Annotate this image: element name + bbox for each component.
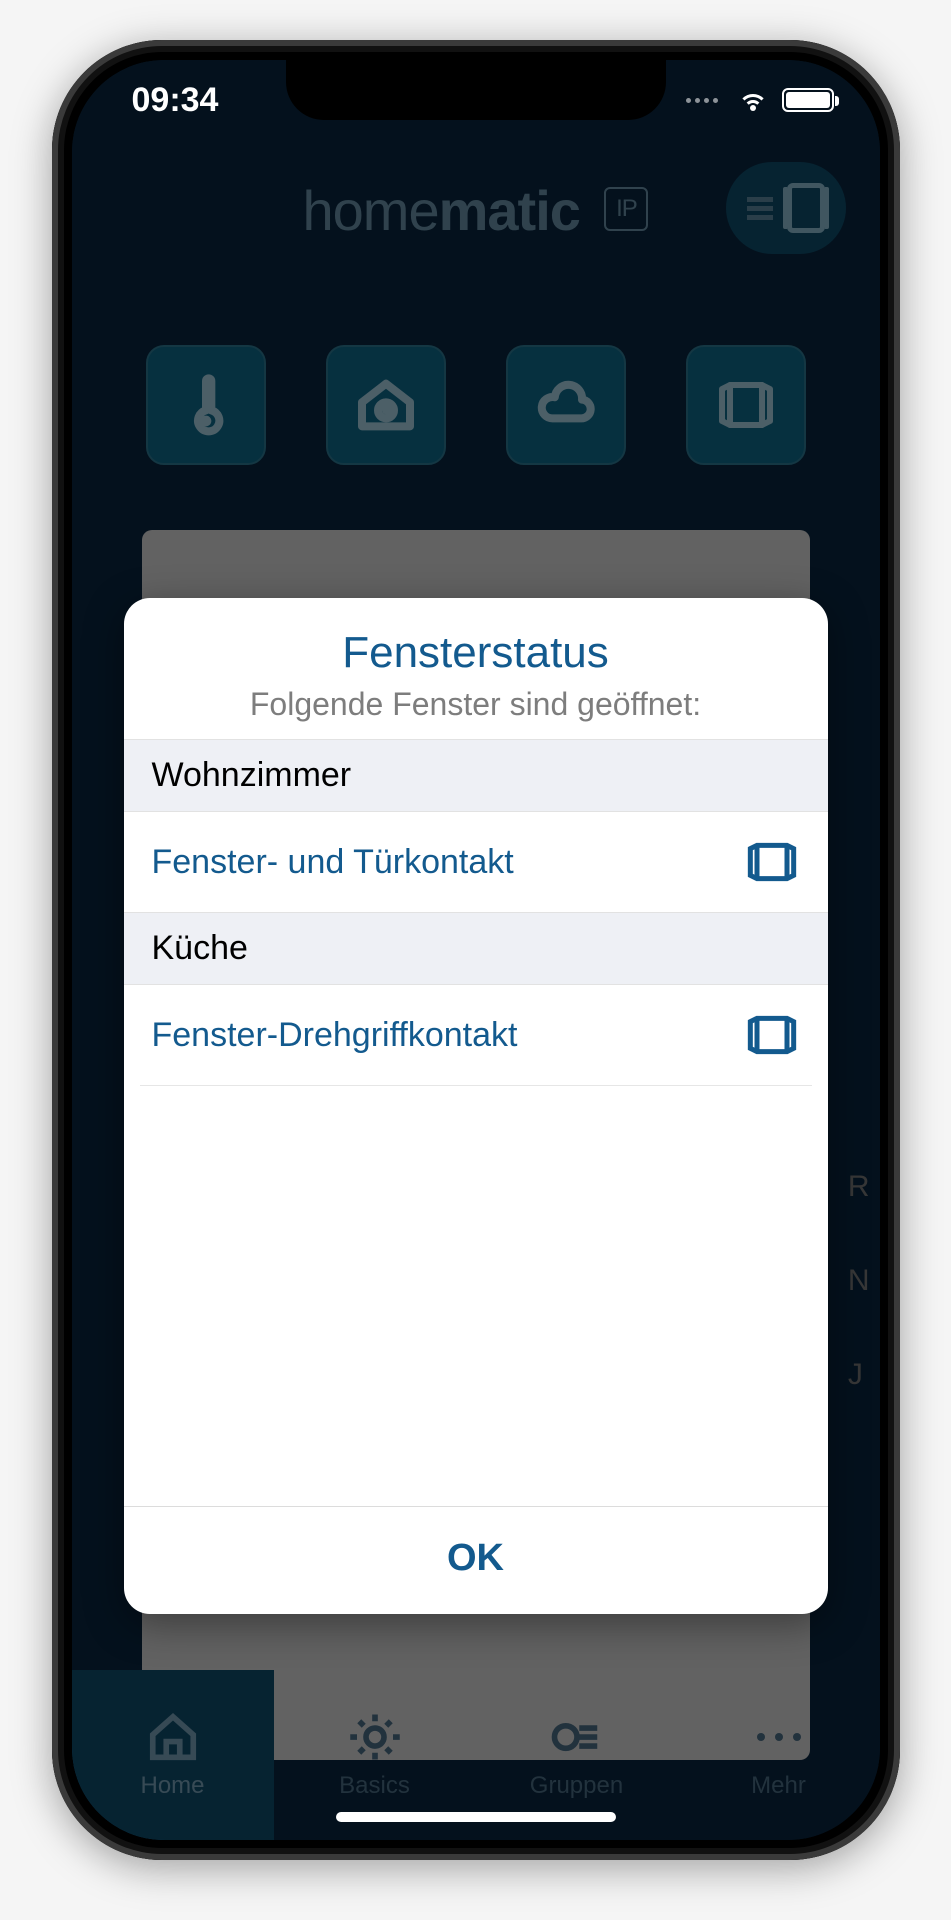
item-label: Fenster- und Türkontakt xyxy=(152,843,514,882)
list-item[interactable]: Fenster- und Türkontakt xyxy=(124,812,828,912)
section-header-wohnzimmer: Wohnzimmer xyxy=(124,739,828,812)
section-header-kueche: Küche xyxy=(124,912,828,985)
status-right xyxy=(686,87,834,113)
screen: 09:34 homematic IP xyxy=(72,60,880,1840)
dialog-title: Fensterstatus xyxy=(148,628,804,678)
signal-dots-icon xyxy=(686,98,718,103)
ok-button[interactable]: OK xyxy=(124,1506,828,1614)
dialog-spacer xyxy=(124,1086,828,1506)
battery-icon xyxy=(782,88,834,112)
list-item[interactable]: Fenster-Drehgriffkontakt xyxy=(124,985,828,1085)
item-label: Fenster-Drehgriffkontakt xyxy=(152,1016,518,1055)
notch xyxy=(286,60,666,120)
window-open-icon xyxy=(744,1015,800,1055)
device-frame: 09:34 homematic IP xyxy=(52,40,900,1860)
wifi-icon xyxy=(736,87,770,113)
home-indicator[interactable] xyxy=(336,1812,616,1822)
window-status-dialog: Fensterstatus Folgende Fenster sind geöf… xyxy=(124,598,828,1614)
dialog-subtitle: Folgende Fenster sind geöffnet: xyxy=(148,686,804,723)
status-time: 09:34 xyxy=(132,81,219,120)
dialog-header: Fensterstatus Folgende Fenster sind geöf… xyxy=(124,598,828,739)
window-open-icon xyxy=(744,842,800,882)
